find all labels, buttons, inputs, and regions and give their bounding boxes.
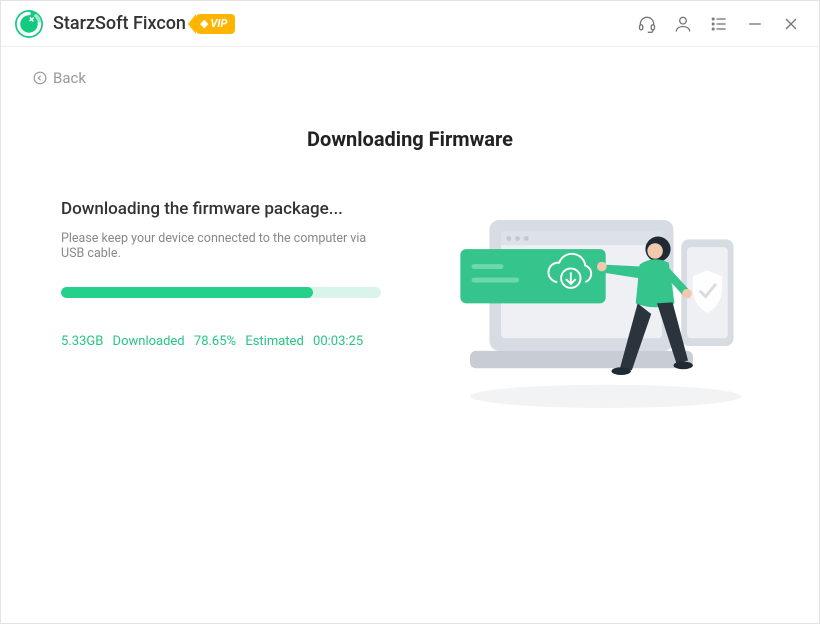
minimize-button[interactable] <box>745 14 765 34</box>
download-stats: 5.33GB Downloaded 78.65% Estimated 00:03… <box>61 334 391 349</box>
page-title: Downloading Firmware <box>33 127 787 151</box>
support-button[interactable] <box>637 14 657 34</box>
download-subtitle: Downloading the firmware package... <box>61 199 391 219</box>
back-arrow-icon <box>33 71 47 85</box>
menu-button[interactable] <box>709 14 729 34</box>
download-illustration-icon <box>441 199 751 429</box>
stat-estimated-label: Estimated <box>245 334 303 349</box>
account-button[interactable] <box>673 14 693 34</box>
diamond-icon: ◆ <box>200 17 208 30</box>
stat-downloaded-label: Downloaded <box>113 334 185 349</box>
logo-icon <box>15 10 43 38</box>
back-button[interactable]: Back <box>33 69 787 87</box>
illustration <box>411 199 781 429</box>
headset-icon <box>637 14 657 34</box>
close-icon <box>781 14 801 34</box>
minimize-icon <box>745 14 765 34</box>
download-hint: Please keep your device connected to the… <box>61 231 391 261</box>
app-logo <box>15 10 43 38</box>
vip-label: VIP <box>210 17 227 30</box>
vip-badge: ◆ VIP <box>196 14 235 34</box>
app-title: StarzSoft Fixcon <box>53 13 186 34</box>
titlebar: StarzSoft Fixcon ◆ VIP <box>1 1 819 47</box>
download-panel: Downloading the firmware package... Plea… <box>61 199 391 429</box>
content-area: Back Downloading Firmware Downloading th… <box>1 47 819 623</box>
progress-fill <box>61 287 313 298</box>
user-icon <box>673 14 693 34</box>
progress-bar <box>61 287 381 298</box>
title-actions <box>637 14 801 34</box>
close-button[interactable] <box>781 14 801 34</box>
stat-estimated-value: 00:03:25 <box>313 334 363 349</box>
menu-list-icon <box>709 14 729 34</box>
stat-downloaded-value: 78.65% <box>194 334 236 349</box>
stat-size: 5.33GB <box>61 334 103 349</box>
app-window: StarzSoft Fixcon ◆ VIP <box>0 0 820 624</box>
back-label: Back <box>53 69 86 87</box>
